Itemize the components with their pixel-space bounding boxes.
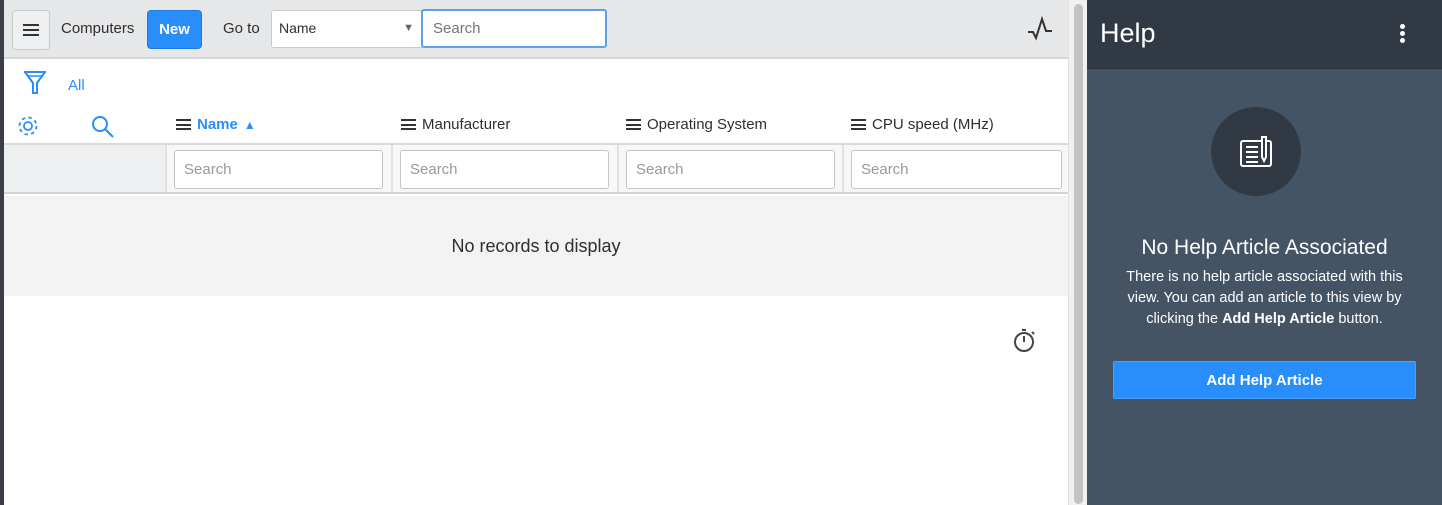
help-title: Help (1100, 18, 1156, 48)
activity-icon[interactable] (1026, 16, 1054, 42)
gear-icon[interactable] (16, 114, 40, 138)
filter-breadcrumb-row: All (4, 60, 1068, 105)
list-view: Computers New Go to Name ▼ All Name▲ Manu… (4, 0, 1068, 505)
filter-icon[interactable] (22, 69, 48, 97)
operating-system-search-input[interactable] (626, 150, 835, 189)
goto-label: Go to (223, 20, 260, 37)
dropdown-arrow-icon: ▼ (403, 22, 414, 34)
article-icon-circle (1211, 107, 1301, 196)
stopwatch-icon[interactable] (1012, 327, 1038, 355)
column-header-operating-system[interactable]: Operating System (626, 116, 767, 133)
search-cell (842, 145, 1068, 192)
scrollbar-thumb[interactable] (1074, 4, 1083, 504)
column-header-name[interactable]: Name ▲ (176, 116, 256, 133)
manufacturer-search-input[interactable] (400, 150, 609, 189)
help-description: There is no help article associated with… (1126, 269, 1403, 327)
list-title: Computers (61, 20, 135, 37)
goto-field-value: Name (279, 20, 317, 36)
empty-message: No records to display (4, 196, 1068, 296)
more-options-icon[interactable] (1400, 24, 1406, 45)
list-toolbar: Computers New Go to Name ▼ (4, 0, 1068, 59)
add-help-article-button[interactable]: Add Help Article (1113, 361, 1416, 399)
help-heading: No Help Article Associated (1141, 236, 1388, 259)
goto-search-input[interactable] (421, 9, 607, 48)
new-button[interactable]: New (147, 10, 202, 49)
sort-ascending-icon: ▲ (243, 117, 256, 132)
column-header-cpu-speed[interactable]: CPU speed (MHz) (851, 116, 994, 133)
help-header: Help (1087, 0, 1442, 69)
name-search-input[interactable] (174, 150, 383, 189)
hamburger-icon (23, 24, 39, 36)
search-cell (165, 145, 391, 192)
search-cell (391, 145, 617, 192)
column-search-row (4, 145, 1068, 194)
search-cell (617, 145, 842, 192)
search-icon[interactable] (90, 114, 116, 140)
column-menu-icon[interactable] (851, 119, 866, 130)
column-menu-icon[interactable] (401, 119, 416, 130)
scrollbar[interactable] (1068, 0, 1087, 505)
list-menu-button[interactable] (12, 10, 50, 50)
filter-breadcrumb-all[interactable]: All (68, 77, 85, 94)
article-edit-icon (1240, 135, 1272, 167)
cpu-speed-search-input[interactable] (851, 150, 1062, 189)
column-menu-icon[interactable] (176, 119, 191, 130)
column-header-manufacturer[interactable]: Manufacturer (401, 116, 510, 133)
help-panel: Help No Help Article Associated There is… (1087, 0, 1442, 505)
column-header-row: Name ▲ Manufacturer Operating System CPU … (4, 105, 1068, 145)
goto-field-select[interactable]: Name ▼ (271, 10, 423, 48)
column-menu-icon[interactable] (626, 119, 641, 130)
